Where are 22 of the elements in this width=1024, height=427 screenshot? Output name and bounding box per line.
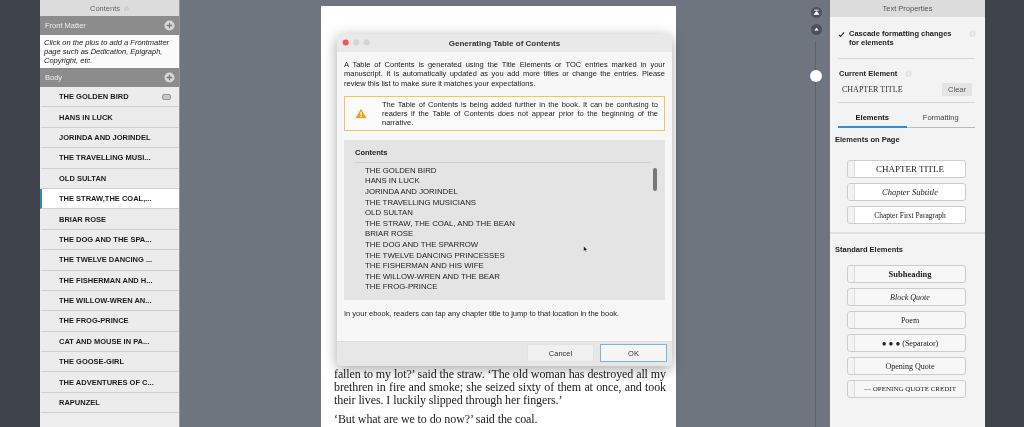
page-paragraph: ‘But what are we to do now?’ said the coal. <box>334 412 539 426</box>
element-style-button[interactable]: CHAPTER TITLE <box>847 160 966 179</box>
mouse-pointer-icon <box>583 244 588 253</box>
element-style-button[interactable]: ● ● ● (Separator) <box>847 334 966 353</box>
scroll-up-icon[interactable] <box>810 24 822 35</box>
add-icon[interactable] <box>164 20 175 31</box>
scroll-thumb[interactable] <box>653 167 657 191</box>
page-paragraph: fallen to my lot?’ said the straw. ‘The old woman has destroyed all my brethren in fire and smoke; she seized sixty of them at once, and took their lives. I luckily slipped through her fingers.’ <box>334 367 666 408</box>
element-style-button[interactable]: Chapter Subtitle <box>847 183 966 202</box>
add-icon[interactable] <box>164 72 175 83</box>
window-controls-icon[interactable] <box>342 39 372 46</box>
element-style-button[interactable]: Poem <box>847 311 966 330</box>
current-element-name: CHAPTER TITLE <box>842 85 903 95</box>
warning-icon <box>355 107 367 119</box>
jump-top-icon[interactable] <box>810 7 822 18</box>
checkbox[interactable] <box>838 31 845 38</box>
element-style-button[interactable]: Subheading <box>847 265 966 284</box>
element-style-button[interactable]: Opening Quote <box>847 357 966 376</box>
dialog-title: Generating Table of Contents <box>448 38 561 48</box>
scroll-thumb[interactable] <box>810 70 822 82</box>
element-style-button[interactable]: Block Quote <box>847 288 966 307</box>
toc-marker-icon <box>162 93 171 100</box>
